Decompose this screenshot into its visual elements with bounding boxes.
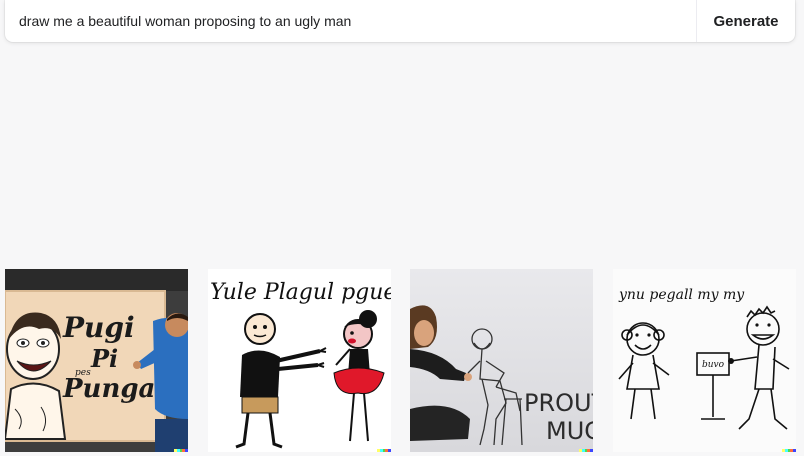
svg-text:Pugi: Pugi — [62, 311, 135, 344]
svg-text:buvo: buvo — [702, 360, 725, 370]
signature-mark — [579, 449, 593, 452]
signature-mark — [377, 449, 391, 452]
image-thumbnail-1: Pugi Pi pes Punga — [5, 269, 188, 452]
image-result-2[interactable]: Yule Plagul pgue — [208, 269, 391, 452]
image-result-1[interactable]: Pugi Pi pes Punga — [5, 269, 188, 452]
svg-text:Pi: Pi — [90, 344, 118, 373]
image-thumbnail-4: ynu pegall my my buvo — [613, 269, 796, 452]
image-thumbnail-2: Yule Plagul pgue — [208, 269, 391, 452]
image-grid: Pugi Pi pes Punga Yule Plagul pgue PROU … — [0, 0, 804, 456]
image-thumbnail-3: PROUT MUG — [410, 269, 593, 452]
signature-mark — [782, 449, 796, 452]
svg-text:Yule Plagul pgue: Yule Plagul pgue — [210, 280, 391, 305]
svg-text:MUG: MUG — [546, 417, 593, 445]
svg-text:ynu pegall my my: ynu pegall my my — [618, 287, 745, 303]
svg-text:Punga: Punga — [62, 374, 155, 404]
svg-text:PROUT: PROUT — [524, 389, 593, 417]
image-result-4[interactable]: ynu pegall my my buvo — [613, 269, 796, 452]
signature-mark — [174, 449, 188, 452]
image-result-3[interactable]: PROUT MUG — [410, 269, 593, 452]
